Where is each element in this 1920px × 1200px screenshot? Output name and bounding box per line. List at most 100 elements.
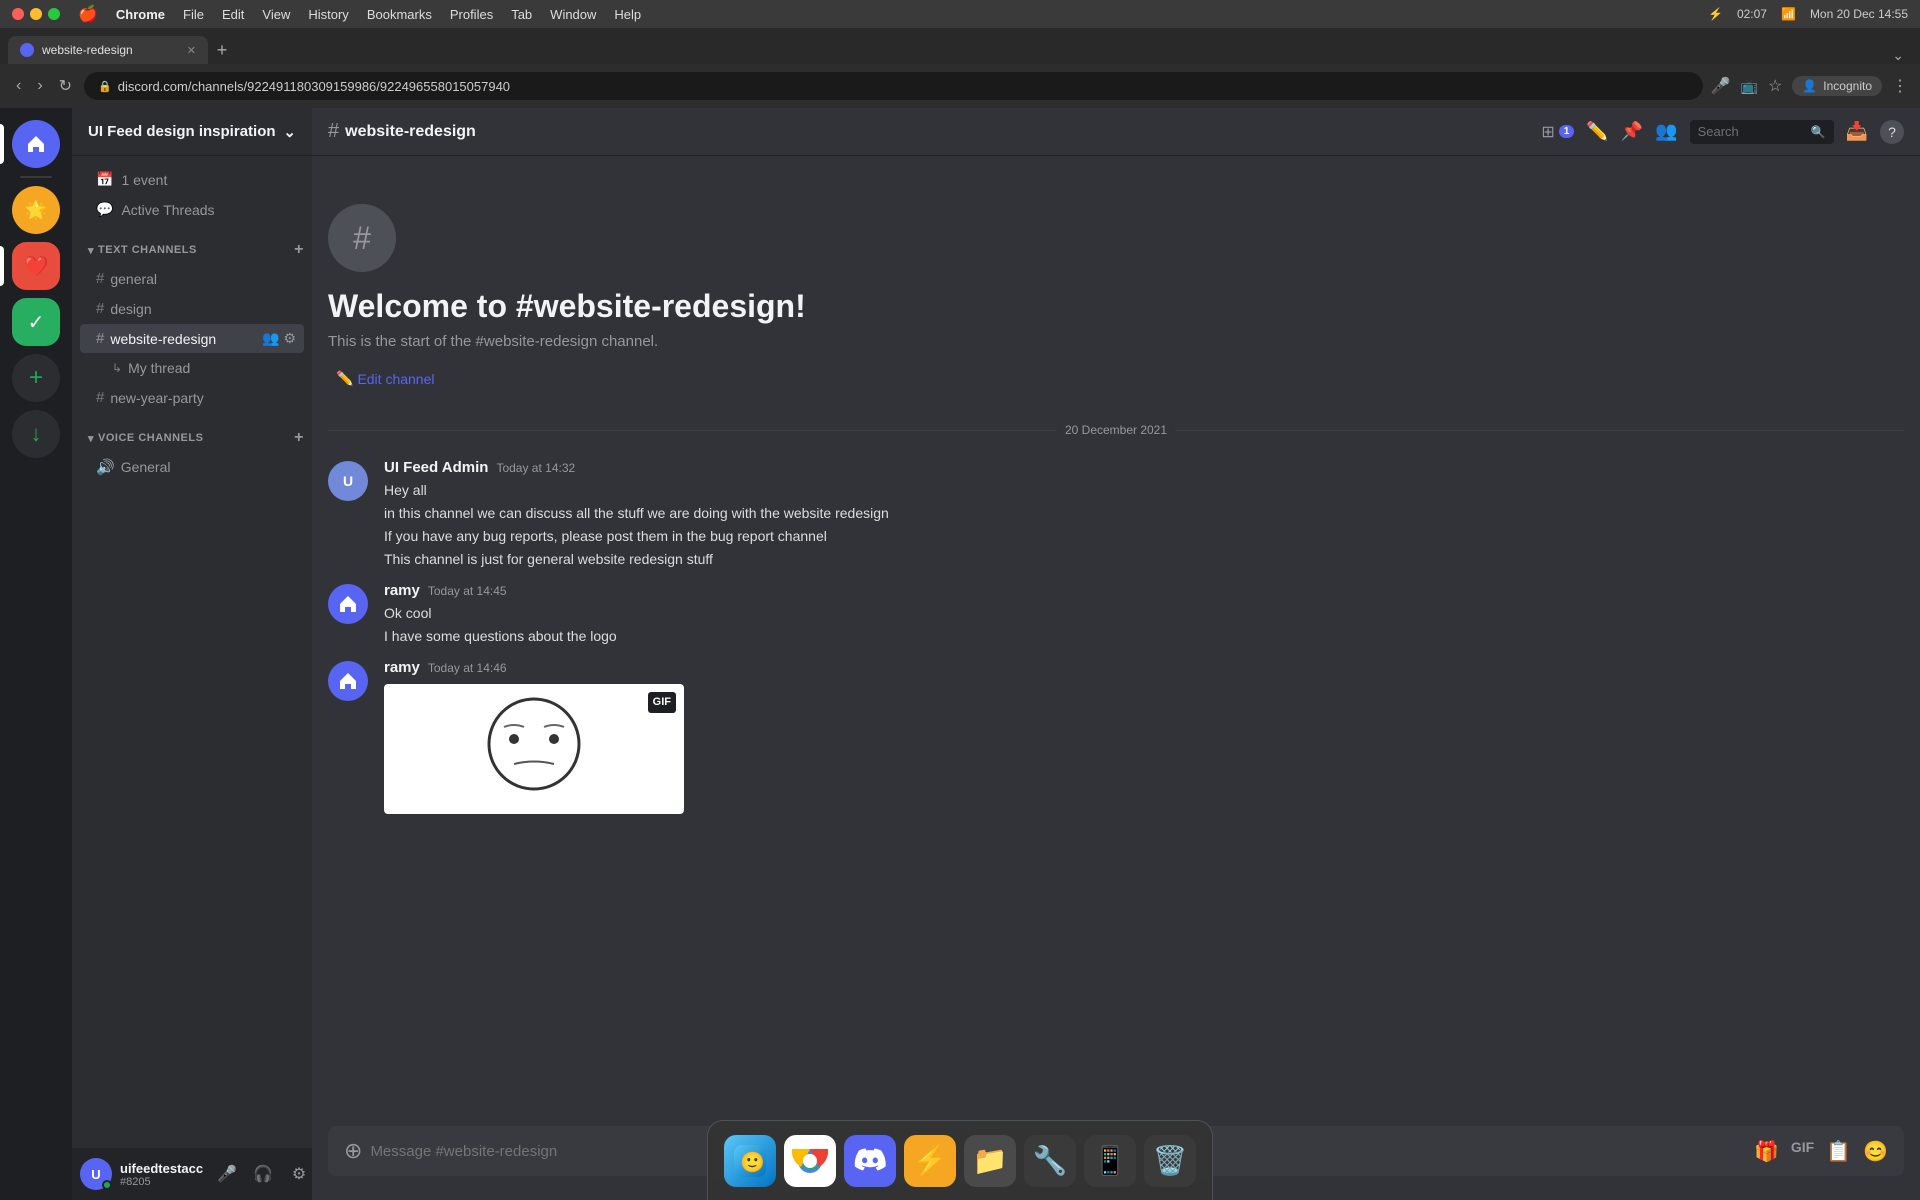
bookmark-icon[interactable]: ☆ [1768, 76, 1782, 96]
extensions-icon[interactable]: ⋮ [1892, 76, 1908, 96]
minimize-button[interactable] [30, 8, 42, 20]
discord-home-button[interactable] [12, 120, 60, 168]
tab-bar: website-redesign ✕ + ⌄ [0, 28, 1920, 64]
hash-icon: # [96, 300, 104, 317]
maximize-button[interactable] [48, 8, 60, 20]
dock-files[interactable]: 📁 [964, 1135, 1016, 1187]
channel-welcome-title: Welcome to #website-redesign! [328, 288, 1904, 325]
tabs-menu-button[interactable]: ⌄ [1892, 47, 1904, 64]
channel-list: 📅 1 event 💬 Active Threads ▾ TEXT CHANNE… [72, 156, 312, 1148]
add-voice-channel-button[interactable]: + [294, 429, 304, 447]
category-chevron-icon: ▾ [88, 244, 94, 257]
server-icon-3[interactable]: ✓ [12, 298, 60, 346]
emoji-icon[interactable]: 😊 [1863, 1139, 1888, 1164]
message-tools: 🎁 GIF 📋 😊 [1754, 1139, 1888, 1164]
message-header: ramy Today at 14:46 [384, 659, 1904, 676]
dock-thunderbird[interactable]: ⚡ [904, 1135, 956, 1187]
inbox-tool[interactable]: 📥 [1846, 121, 1868, 142]
menu-file[interactable]: File [183, 7, 204, 22]
dock-chrome[interactable] [784, 1135, 836, 1187]
apple-icon[interactable]: 🍎 [78, 4, 98, 24]
menu-chrome[interactable]: Chrome [116, 7, 165, 22]
sticker-icon[interactable]: 📋 [1826, 1139, 1851, 1164]
gift-icon[interactable]: 🎁 [1754, 1139, 1779, 1164]
close-button[interactable] [12, 8, 24, 20]
channel-sidebar: UI Feed design inspiration ⌄ 📅 1 event 💬… [72, 108, 312, 1200]
channel-voice-general[interactable]: 🔊 General [80, 452, 304, 482]
channel-new-year-party[interactable]: # new-year-party [80, 383, 304, 412]
pin-tool[interactable]: 📌 [1621, 121, 1643, 142]
gif-content [384, 684, 684, 814]
events-item[interactable]: 📅 1 event [80, 165, 304, 194]
attach-button[interactable]: ⊕ [344, 1126, 362, 1176]
server-divider [20, 176, 52, 178]
pencil-tool[interactable]: ✏️ [1586, 121, 1608, 142]
add-channel-button[interactable]: + [294, 241, 304, 259]
headphone-button[interactable]: 🎧 [247, 1158, 279, 1190]
username: uifeedtestacc [120, 1161, 203, 1176]
dock-extra1[interactable]: 🔧 [1024, 1135, 1076, 1187]
menu-profiles[interactable]: Profiles [450, 7, 493, 22]
wifi-icon: 📶 [1781, 7, 1796, 21]
refresh-button[interactable]: ↻ [55, 72, 76, 100]
threads-tool[interactable]: ⊞ 1 [1541, 122, 1574, 142]
hash-icon: # [96, 270, 104, 287]
message-content: ramy Today at 14:46 [384, 659, 1904, 814]
channel-my-thread[interactable]: ↳ My thread [80, 354, 304, 382]
settings-button[interactable]: ⚙ [283, 1158, 315, 1190]
discover-button[interactable]: ↓ [12, 410, 60, 458]
search-icon: 🔍 [1811, 125, 1826, 139]
cast-icon[interactable]: 📺 [1741, 78, 1758, 95]
menu-tab[interactable]: Tab [511, 7, 532, 22]
menu-view[interactable]: View [262, 7, 290, 22]
menu-edit[interactable]: Edit [222, 7, 244, 22]
members-tool[interactable]: 👥 [1655, 121, 1677, 142]
message-timestamp: Today at 14:32 [496, 461, 575, 475]
message-line: This channel is just for general website… [384, 549, 1904, 570]
browser-tab[interactable]: website-redesign ✕ [8, 36, 208, 64]
menu-window[interactable]: Window [550, 7, 596, 22]
search-bar[interactable]: Search 🔍 [1690, 120, 1834, 144]
edit-channel-button[interactable]: ✏️ Edit channel [328, 366, 443, 391]
tab-close-button[interactable]: ✕ [187, 44, 196, 57]
dock-trash[interactable]: 🗑️ [1144, 1135, 1196, 1187]
user-bar: U uifeedtestacc #8205 🎤 🎧 ⚙ [72, 1148, 312, 1200]
new-tab-button[interactable]: + [208, 36, 236, 64]
server-icon-2[interactable]: ❤️ [12, 242, 60, 290]
dock-discord[interactable] [844, 1135, 896, 1187]
help-tool[interactable]: ? [1880, 120, 1904, 144]
profile-button[interactable]: 👤 Incognito [1792, 76, 1882, 96]
add-thread-icon[interactable]: 👥 [262, 330, 279, 347]
dock-finder[interactable]: 🙂 [724, 1135, 776, 1187]
user-avatar: U [80, 1158, 112, 1190]
profile-label: Incognito [1823, 79, 1872, 93]
messages-area: # Welcome to #website-redesign! This is … [312, 156, 1920, 1126]
server-name-bar[interactable]: UI Feed design inspiration ⌄ [72, 108, 312, 156]
microphone-button[interactable]: 🎤 [211, 1158, 243, 1190]
forward-button[interactable]: › [33, 73, 46, 99]
traffic-lights[interactable] [12, 8, 60, 20]
hash-icon: # [96, 389, 104, 406]
url-bar[interactable]: 🔒 discord.com/channels/92249118030915998… [84, 72, 1703, 100]
text-channels-category[interactable]: ▾ TEXT CHANNELS + [72, 225, 312, 263]
menu-bookmarks[interactable]: Bookmarks [367, 7, 432, 22]
channel-website-redesign[interactable]: # website-redesign 👥 ⚙ [80, 324, 304, 353]
add-server-button[interactable]: + [12, 354, 60, 402]
settings-icon[interactable]: ⚙ [283, 330, 296, 347]
channel-design[interactable]: # design [80, 294, 304, 323]
hash-icon: # [96, 330, 104, 347]
channel-hash-icon: # [353, 220, 371, 257]
voice-channels-category[interactable]: ▾ VOICE CHANNELS + [72, 413, 312, 451]
active-threads-item[interactable]: 💬 Active Threads [80, 195, 304, 224]
menu-history[interactable]: History [308, 7, 348, 22]
channel-general[interactable]: # general [80, 264, 304, 293]
tab-favicon [20, 43, 34, 57]
gif-button[interactable]: GIF [1791, 1139, 1814, 1164]
menu-help[interactable]: Help [614, 7, 641, 22]
mic-icon[interactable]: 🎤 [1711, 76, 1731, 96]
channel-intro: # Welcome to #website-redesign! This is … [312, 156, 1920, 407]
battery-icon: ⚡ [1708, 7, 1723, 21]
dock-extra2[interactable]: 📱 [1084, 1135, 1136, 1187]
server-icon-1[interactable]: 🌟 [12, 186, 60, 234]
back-button[interactable]: ‹ [12, 73, 25, 99]
